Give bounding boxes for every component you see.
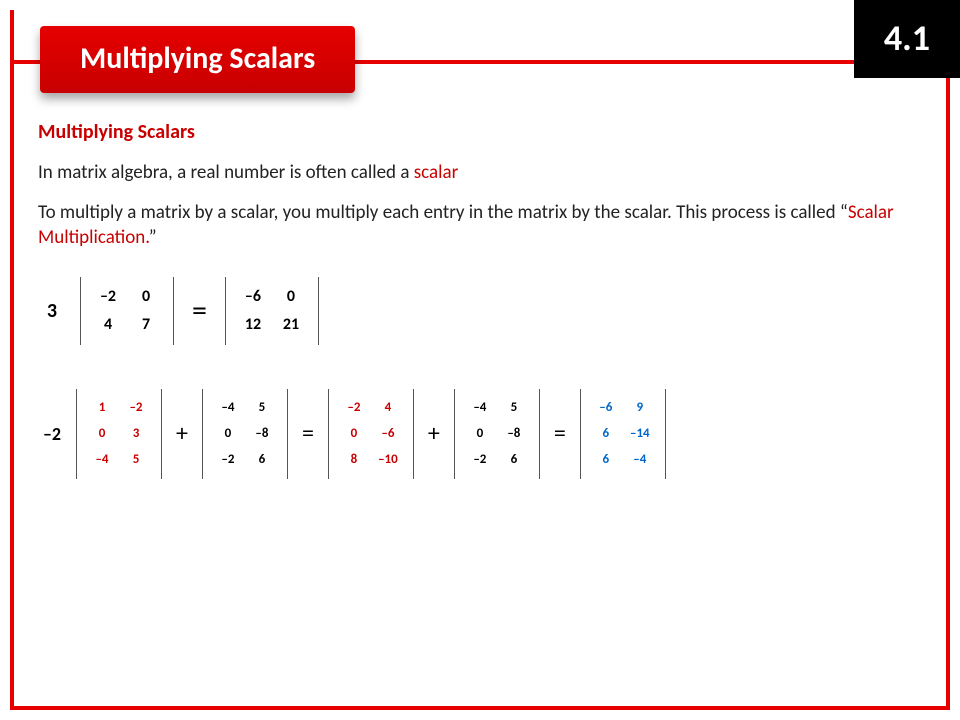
eq2-scalar: –2 bbox=[38, 423, 66, 445]
cell: –2 bbox=[119, 395, 153, 421]
cell: –8 bbox=[245, 421, 279, 447]
cell: –8 bbox=[497, 421, 531, 447]
cell: –2 bbox=[337, 395, 371, 421]
cell: 0 bbox=[463, 421, 497, 447]
cell: 4 bbox=[89, 311, 127, 339]
cell: 6 bbox=[589, 447, 623, 473]
cell: –14 bbox=[623, 421, 657, 447]
para-scalar-definition: In matrix algebra, a real number is ofte… bbox=[38, 160, 922, 186]
cell: –2 bbox=[463, 447, 497, 473]
cell: 0 bbox=[272, 283, 310, 311]
cell: –6 bbox=[234, 283, 272, 311]
cell: 0 bbox=[127, 283, 165, 311]
cell: 21 bbox=[272, 311, 310, 339]
eq2-plus-1: + bbox=[172, 419, 192, 448]
eq2-matrix-C: –24 0–6 8–10 bbox=[328, 389, 414, 479]
slide-title-tab: Multiplying Scalars bbox=[40, 26, 355, 93]
cell: –2 bbox=[211, 447, 245, 473]
cell: 5 bbox=[119, 447, 153, 473]
eq2-plus-2: + bbox=[424, 419, 444, 448]
eq2-matrix-E: –69 6–14 6–4 bbox=[580, 389, 666, 479]
slide-content: Multiplying Scalars In matrix algebra, a… bbox=[38, 120, 922, 700]
cell: 0 bbox=[85, 421, 119, 447]
cell: 0 bbox=[211, 421, 245, 447]
cell: 7 bbox=[127, 311, 165, 339]
cell: 9 bbox=[623, 395, 657, 421]
eq2-matrix-A: 1–2 03 –45 bbox=[76, 389, 162, 479]
cell: 3 bbox=[119, 421, 153, 447]
cell: 5 bbox=[245, 395, 279, 421]
equation-2: –2 1–2 03 –45 + –45 0–8 –26 = –24 0–6 8–… bbox=[38, 389, 922, 479]
header: Multiplying Scalars 4.1 bbox=[0, 0, 960, 90]
section-number-tab: 4.1 bbox=[854, 0, 960, 78]
eq1-matrix-A: –20 47 bbox=[80, 277, 174, 345]
cell: 6 bbox=[497, 447, 531, 473]
cell: 5 bbox=[497, 395, 531, 421]
cell: 6 bbox=[245, 447, 279, 473]
eq2-matrix-D: –45 0–8 –26 bbox=[454, 389, 540, 479]
sub-heading: Multiplying Scalars bbox=[38, 120, 922, 144]
para2-text-a: To multiply a matrix by a scalar, you mu… bbox=[38, 201, 848, 224]
cell: 8 bbox=[337, 447, 371, 473]
cell: –4 bbox=[85, 447, 119, 473]
eq1-scalar: 3 bbox=[38, 299, 66, 323]
cell: –4 bbox=[211, 395, 245, 421]
cell: 12 bbox=[234, 311, 272, 339]
cell: –4 bbox=[623, 447, 657, 473]
eq1-equals: = bbox=[188, 292, 211, 329]
cell: 4 bbox=[371, 395, 405, 421]
eq2-matrix-B: –45 0–8 –26 bbox=[202, 389, 288, 479]
term-scalar: scalar bbox=[414, 161, 459, 184]
cell: –6 bbox=[371, 421, 405, 447]
cell: 1 bbox=[85, 395, 119, 421]
cell: 6 bbox=[589, 421, 623, 447]
cell: –6 bbox=[589, 395, 623, 421]
cell: –2 bbox=[89, 283, 127, 311]
para2-text-b: ” bbox=[149, 226, 157, 249]
eq1-matrix-R: –60 1221 bbox=[225, 277, 319, 345]
eq2-equals-2: = bbox=[550, 419, 570, 448]
eq2-equals-1: = bbox=[298, 419, 318, 448]
cell: –4 bbox=[463, 395, 497, 421]
para-scalar-mult: To multiply a matrix by a scalar, you mu… bbox=[38, 200, 922, 251]
equation-1: 3 –20 47 = –60 1221 bbox=[38, 277, 922, 345]
cell: –10 bbox=[371, 447, 405, 473]
cell: 0 bbox=[337, 421, 371, 447]
para1-text: In matrix algebra, a real number is ofte… bbox=[38, 161, 414, 184]
